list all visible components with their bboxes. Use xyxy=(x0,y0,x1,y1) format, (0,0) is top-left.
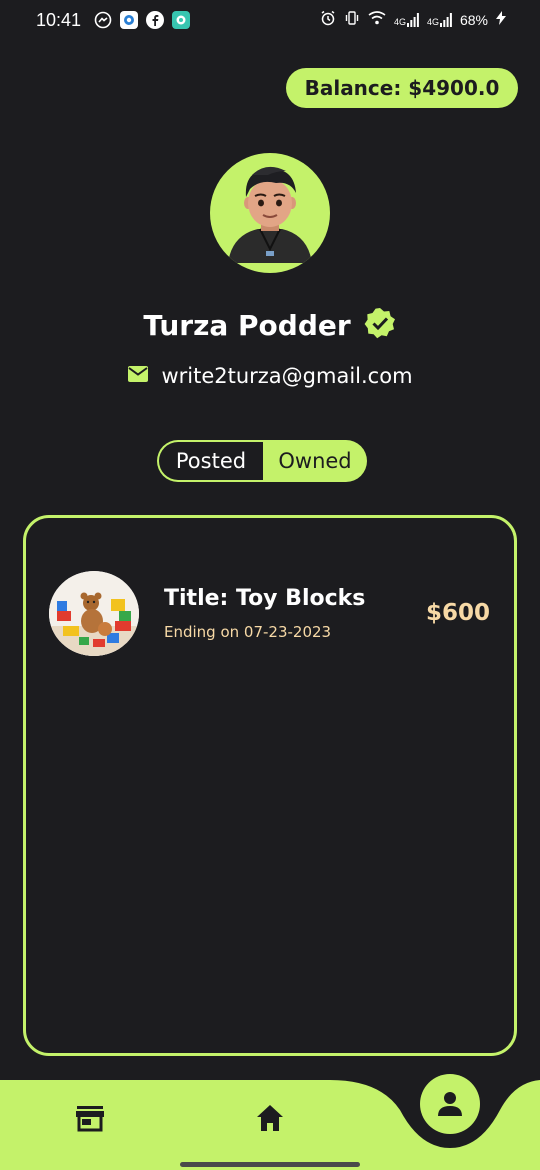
balance-badge: Balance: $4900.0 xyxy=(286,68,518,108)
alarm-icon xyxy=(320,10,336,29)
signal-icon-1: 4G xyxy=(393,12,419,27)
facebook-icon xyxy=(146,11,164,29)
messenger-icon xyxy=(94,11,112,29)
profile-name: Turza Podder xyxy=(143,308,351,342)
item-price: $600 xyxy=(425,600,490,626)
chat-app-icon xyxy=(172,11,190,29)
notification-icons xyxy=(94,11,190,29)
network-type-2: 4G xyxy=(426,16,439,27)
store-icon xyxy=(76,1106,104,1132)
status-right: 4G 4G 68% xyxy=(320,10,506,29)
signal-icon-2: 4G xyxy=(426,12,452,27)
tab-owned[interactable]: Owned xyxy=(263,440,367,482)
item-title[interactable]: Title: Toy Blocks xyxy=(164,586,365,611)
home-icon xyxy=(257,1105,283,1131)
status-time: 10:41 xyxy=(36,10,82,30)
profile-name-row: Turza Podder xyxy=(0,306,540,344)
mail-icon xyxy=(127,365,149,387)
battery-percent: 68% xyxy=(459,11,488,28)
nav-profile[interactable] xyxy=(420,1074,480,1134)
network-type-1: 4G xyxy=(393,16,406,27)
profile-email: write2turza@gmail.com xyxy=(161,364,413,388)
vibrate-icon xyxy=(344,10,360,29)
home-indicator[interactable] xyxy=(180,1162,360,1167)
item-ending-date: Ending on 07-23-2023 xyxy=(164,623,332,641)
nav-store[interactable] xyxy=(76,1104,104,1132)
verified-badge-icon xyxy=(363,306,397,344)
tab-posted[interactable]: Posted xyxy=(157,440,263,482)
wifi-icon xyxy=(368,10,386,29)
person-icon xyxy=(438,1092,462,1116)
charging-icon xyxy=(496,11,506,28)
avatar[interactable] xyxy=(210,153,330,273)
app-icon xyxy=(120,11,138,29)
listing-toggle: Posted Owned xyxy=(157,440,367,482)
item-thumbnail[interactable] xyxy=(49,571,139,656)
email-row: write2turza@gmail.com xyxy=(0,364,540,388)
nav-home[interactable] xyxy=(256,1104,284,1132)
